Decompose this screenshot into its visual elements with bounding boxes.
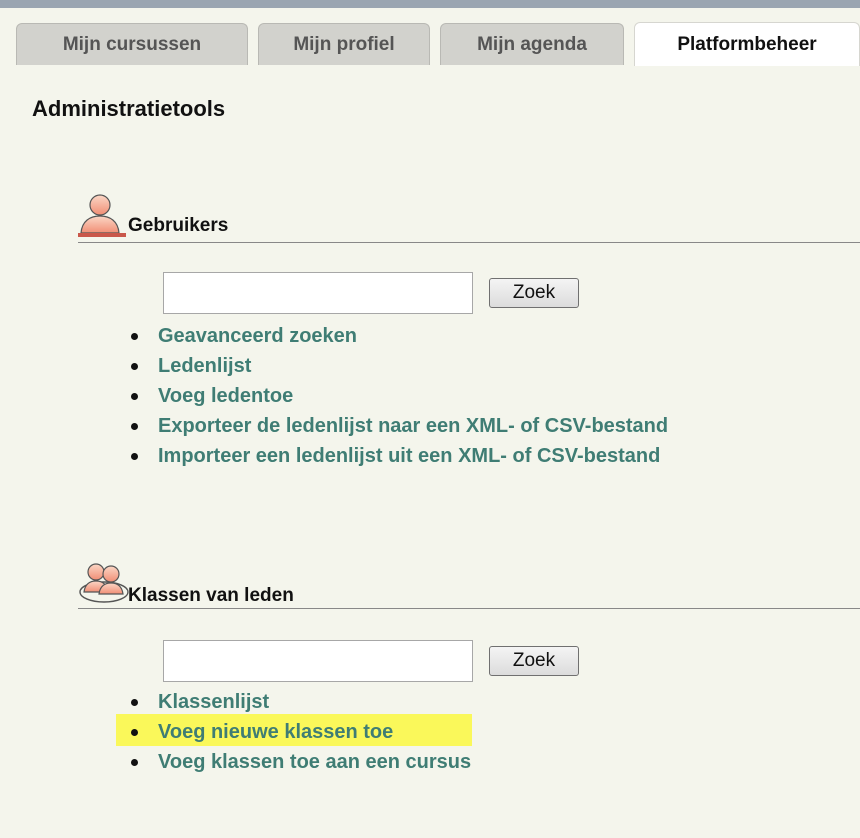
- users-section: Gebruikers Zoek Geavanceerd zoeken Leden…: [78, 188, 860, 488]
- users-search-input[interactable]: [163, 272, 473, 314]
- main-tab-bar: Mijn cursussen Mijn profiel Mijn agenda …: [0, 8, 860, 66]
- link-voeg-klassen-toe-aan-cursus[interactable]: Voeg klassen toe aan een cursus: [158, 751, 471, 773]
- tab-mijn-agenda[interactable]: Mijn agenda: [440, 23, 624, 65]
- classes-section: Klassen van leden Zoek Klassenlijst Voeg…: [78, 556, 860, 796]
- link-voeg-nieuwe-klassen-toe[interactable]: Voeg nieuwe klassen toe: [158, 721, 393, 743]
- bullet-icon: [131, 759, 138, 766]
- users-links-list: Geavanceerd zoeken Ledenlijst Voeg leden…: [128, 321, 668, 471]
- users-section-title: Gebruikers: [128, 215, 229, 236]
- tab-platformbeheer[interactable]: Platformbeheer: [634, 22, 860, 66]
- list-item: Ledenlijst: [128, 351, 668, 381]
- bullet-icon: [131, 729, 138, 736]
- link-geavanceerd-zoeken[interactable]: Geavanceerd zoeken: [158, 325, 357, 347]
- classes-section-title: Klassen van leden: [128, 585, 294, 606]
- link-ledenlijst[interactable]: Ledenlijst: [158, 355, 251, 377]
- classes-section-header: Klassen van leden: [78, 556, 860, 606]
- list-item: Importeer een ledenlijst uit een XML- of…: [128, 441, 668, 471]
- list-item: Geavanceerd zoeken: [128, 321, 668, 351]
- classes-search-button[interactable]: Zoek: [489, 646, 579, 676]
- users-search-button[interactable]: Zoek: [489, 278, 579, 308]
- users-section-header: Gebruikers: [78, 188, 860, 237]
- classes-links-list: Klassenlijst Voeg nieuwe klassen toe Voe…: [128, 687, 471, 777]
- link-exporteer-ledenlijst[interactable]: Exporteer de ledenlijst naar een XML- of…: [158, 415, 668, 437]
- bullet-icon: [131, 333, 138, 340]
- users-section-divider: [78, 242, 860, 243]
- list-item: Voeg klassen toe aan een cursus: [128, 747, 471, 777]
- bullet-icon: [131, 453, 138, 460]
- list-item: Voeg ledentoe: [128, 381, 668, 411]
- list-item: Klassenlijst: [128, 687, 471, 717]
- bullet-icon: [131, 393, 138, 400]
- user-group-icon: [78, 556, 130, 611]
- link-voeg-ledentoe[interactable]: Voeg ledentoe: [158, 385, 293, 407]
- top-window-strip: [0, 0, 860, 8]
- tab-mijn-cursussen[interactable]: Mijn cursussen: [16, 23, 248, 65]
- bullet-icon: [131, 423, 138, 430]
- list-item: Exporteer de ledenlijst naar een XML- of…: [128, 411, 668, 441]
- bullet-icon: [131, 363, 138, 370]
- users-search-row: Zoek: [163, 272, 579, 314]
- classes-section-divider: [78, 608, 860, 609]
- classes-search-input[interactable]: [163, 640, 473, 682]
- classes-search-row: Zoek: [163, 640, 579, 682]
- tab-mijn-profiel[interactable]: Mijn profiel: [258, 23, 430, 65]
- list-item: Voeg nieuwe klassen toe: [128, 717, 471, 747]
- link-klassenlijst[interactable]: Klassenlijst: [158, 691, 269, 713]
- bullet-icon: [131, 699, 138, 706]
- link-importeer-ledenlijst[interactable]: Importeer een ledenlijst uit een XML- of…: [158, 445, 660, 467]
- page-title: Administratietools: [32, 96, 226, 121]
- user-icon: [78, 188, 128, 243]
